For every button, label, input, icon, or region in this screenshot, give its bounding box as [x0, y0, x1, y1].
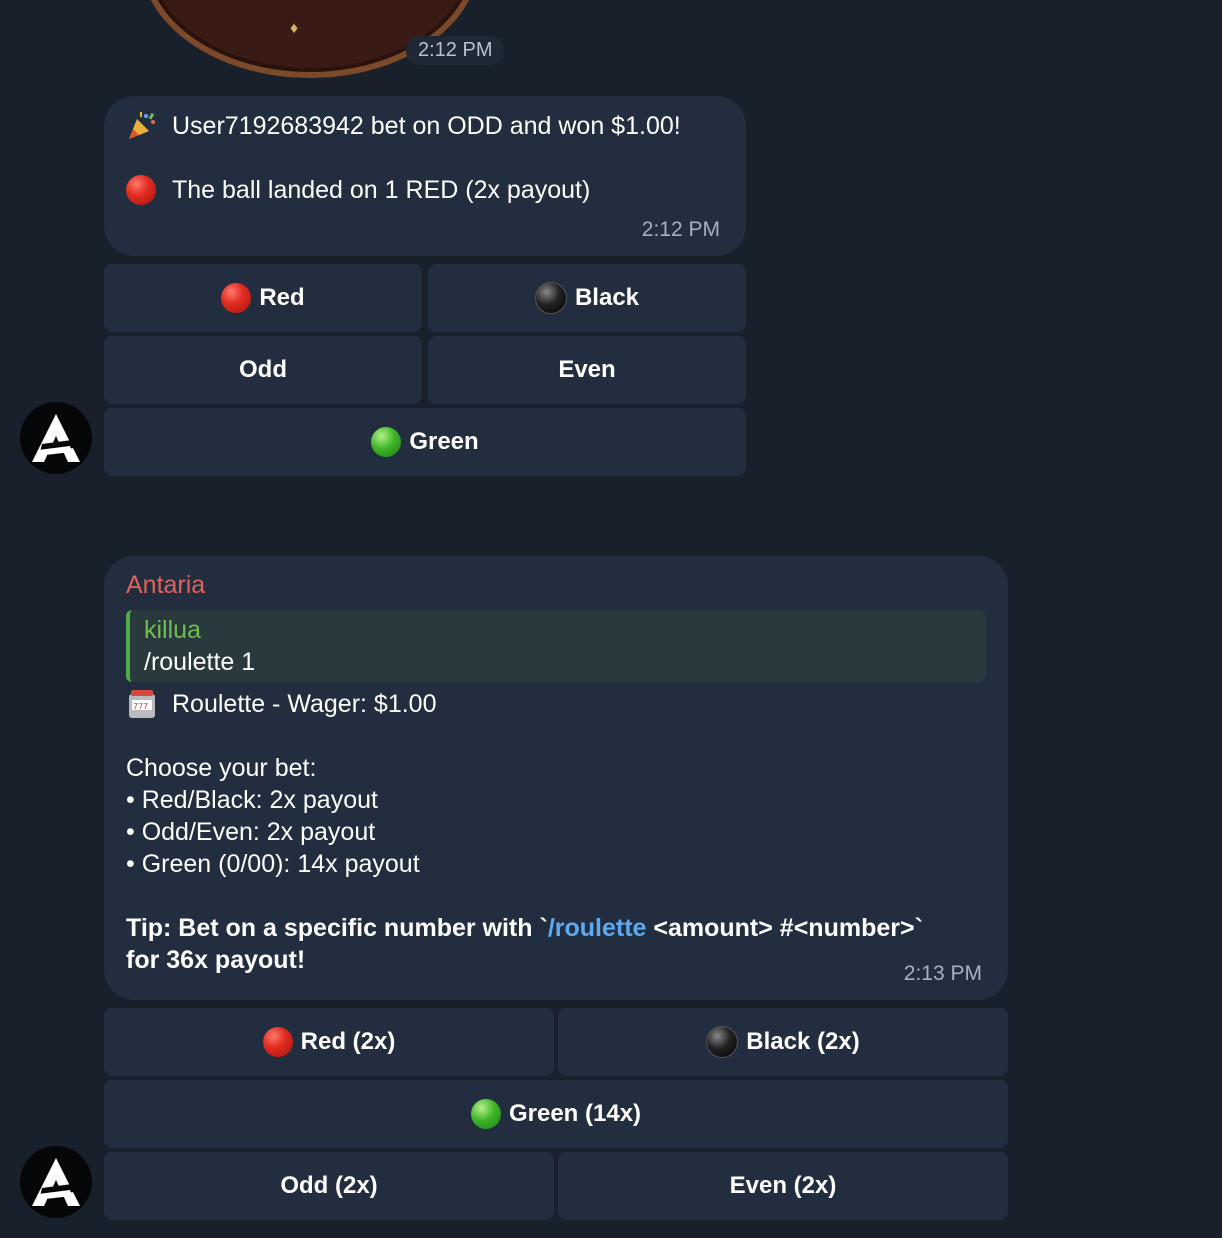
button-label: Odd — [239, 356, 287, 383]
bot-logo-icon — [32, 414, 80, 462]
option-odd-even: • Odd/Even: 2x payout — [126, 818, 376, 846]
green-ball-icon — [470, 1099, 501, 1129]
button-label: Even (2x) — [729, 1172, 837, 1199]
bot-avatar[interactable] — [20, 1146, 92, 1218]
bet-green-14x-button[interactable]: Green (14x) — [104, 1080, 1008, 1148]
svg-text:777: 777 — [133, 702, 148, 711]
button-label: Red (2x) — [300, 1028, 396, 1055]
result-text: User7192683942 bet on ODD and won $1.00! — [172, 112, 681, 140]
choose-text: Choose your bet: — [126, 754, 317, 782]
tip-prefix: Tip: Bet on a specific number with ` — [126, 914, 548, 942]
roulette-command-link[interactable]: /roulette — [548, 912, 647, 944]
roulette-header: 777 Roulette - Wager: $1.00 — [126, 688, 986, 720]
bet-black-2x-button[interactable]: Black (2x) — [558, 1008, 1008, 1076]
red-ball-icon — [221, 283, 252, 313]
option-green: • Green (0/00): 14x payout — [126, 850, 420, 878]
bet-even-2x-button[interactable]: Even (2x) — [558, 1152, 1008, 1220]
bot-logo-icon — [32, 1158, 80, 1206]
red-ball-icon — [262, 1027, 293, 1057]
result-line: User7192683942 bet on ODD and won $1.00! — [126, 110, 724, 142]
tip-suffix: <amount> #<number>` — [646, 914, 923, 942]
message-timestamp: 2:13 PM — [903, 962, 982, 985]
bet-odd-2x-button[interactable]: Odd (2x) — [104, 1152, 554, 1220]
tip-line: Tip: Bet on a specific number with `/rou… — [126, 912, 986, 944]
button-label: Black — [574, 284, 640, 311]
bet-green-button[interactable]: Green — [104, 408, 746, 476]
button-label: Green — [409, 428, 479, 455]
wager-text: Roulette - Wager: $1.00 — [172, 690, 437, 718]
sender-name: Antaria — [126, 571, 206, 599]
tip-end: for 36x payout! — [126, 946, 306, 974]
bet-even-button[interactable]: Even — [428, 336, 746, 404]
wheel-center-icon: ♦ — [290, 20, 299, 37]
green-ball-icon — [371, 427, 402, 457]
wheel-pockets: 22 5 17 32 00 — [235, 0, 395, 10]
button-label: Even — [558, 356, 616, 383]
black-ball-icon — [706, 1026, 739, 1058]
bet-odd-button[interactable]: Odd — [104, 336, 422, 404]
slot-machine-icon: 777 — [126, 688, 162, 720]
black-ball-icon — [534, 282, 567, 314]
party-popper-icon — [126, 110, 162, 142]
bet-black-button[interactable]: Black — [428, 264, 746, 332]
button-label: Odd (2x) — [280, 1172, 378, 1199]
message-bubble-result[interactable]: User7192683942 bet on ODD and won $1.00!… — [104, 96, 746, 256]
reply-quote[interactable]: killua /roulette 1 — [126, 610, 986, 682]
message-bubble-roulette[interactable]: Antaria killua /roulette 1 777 Roulette … — [104, 556, 1008, 1000]
bet-red-2x-button[interactable]: Red (2x) — [104, 1008, 554, 1076]
sticker-timestamp: 2:12 PM — [406, 36, 505, 65]
reply-author: killua — [144, 616, 201, 644]
reply-text: /roulette 1 — [144, 648, 256, 676]
bet-red-button[interactable]: Red — [104, 264, 422, 332]
button-label: Green (14x) — [508, 1100, 642, 1127]
red-ball-icon — [126, 174, 162, 206]
button-label: Red — [259, 284, 305, 311]
landing-line: The ball landed on 1 RED (2x payout) — [126, 174, 724, 206]
option-red-black: • Red/Black: 2x payout — [126, 786, 378, 814]
chat-view: 22 5 17 32 00 ♦ 2:12 PM User7 — [0, 0, 1222, 1238]
message-timestamp: 2:12 PM — [641, 218, 720, 241]
button-label: Black (2x) — [746, 1028, 860, 1055]
bot-avatar[interactable] — [20, 402, 92, 474]
landing-text: The ball landed on 1 RED (2x payout) — [172, 176, 591, 204]
